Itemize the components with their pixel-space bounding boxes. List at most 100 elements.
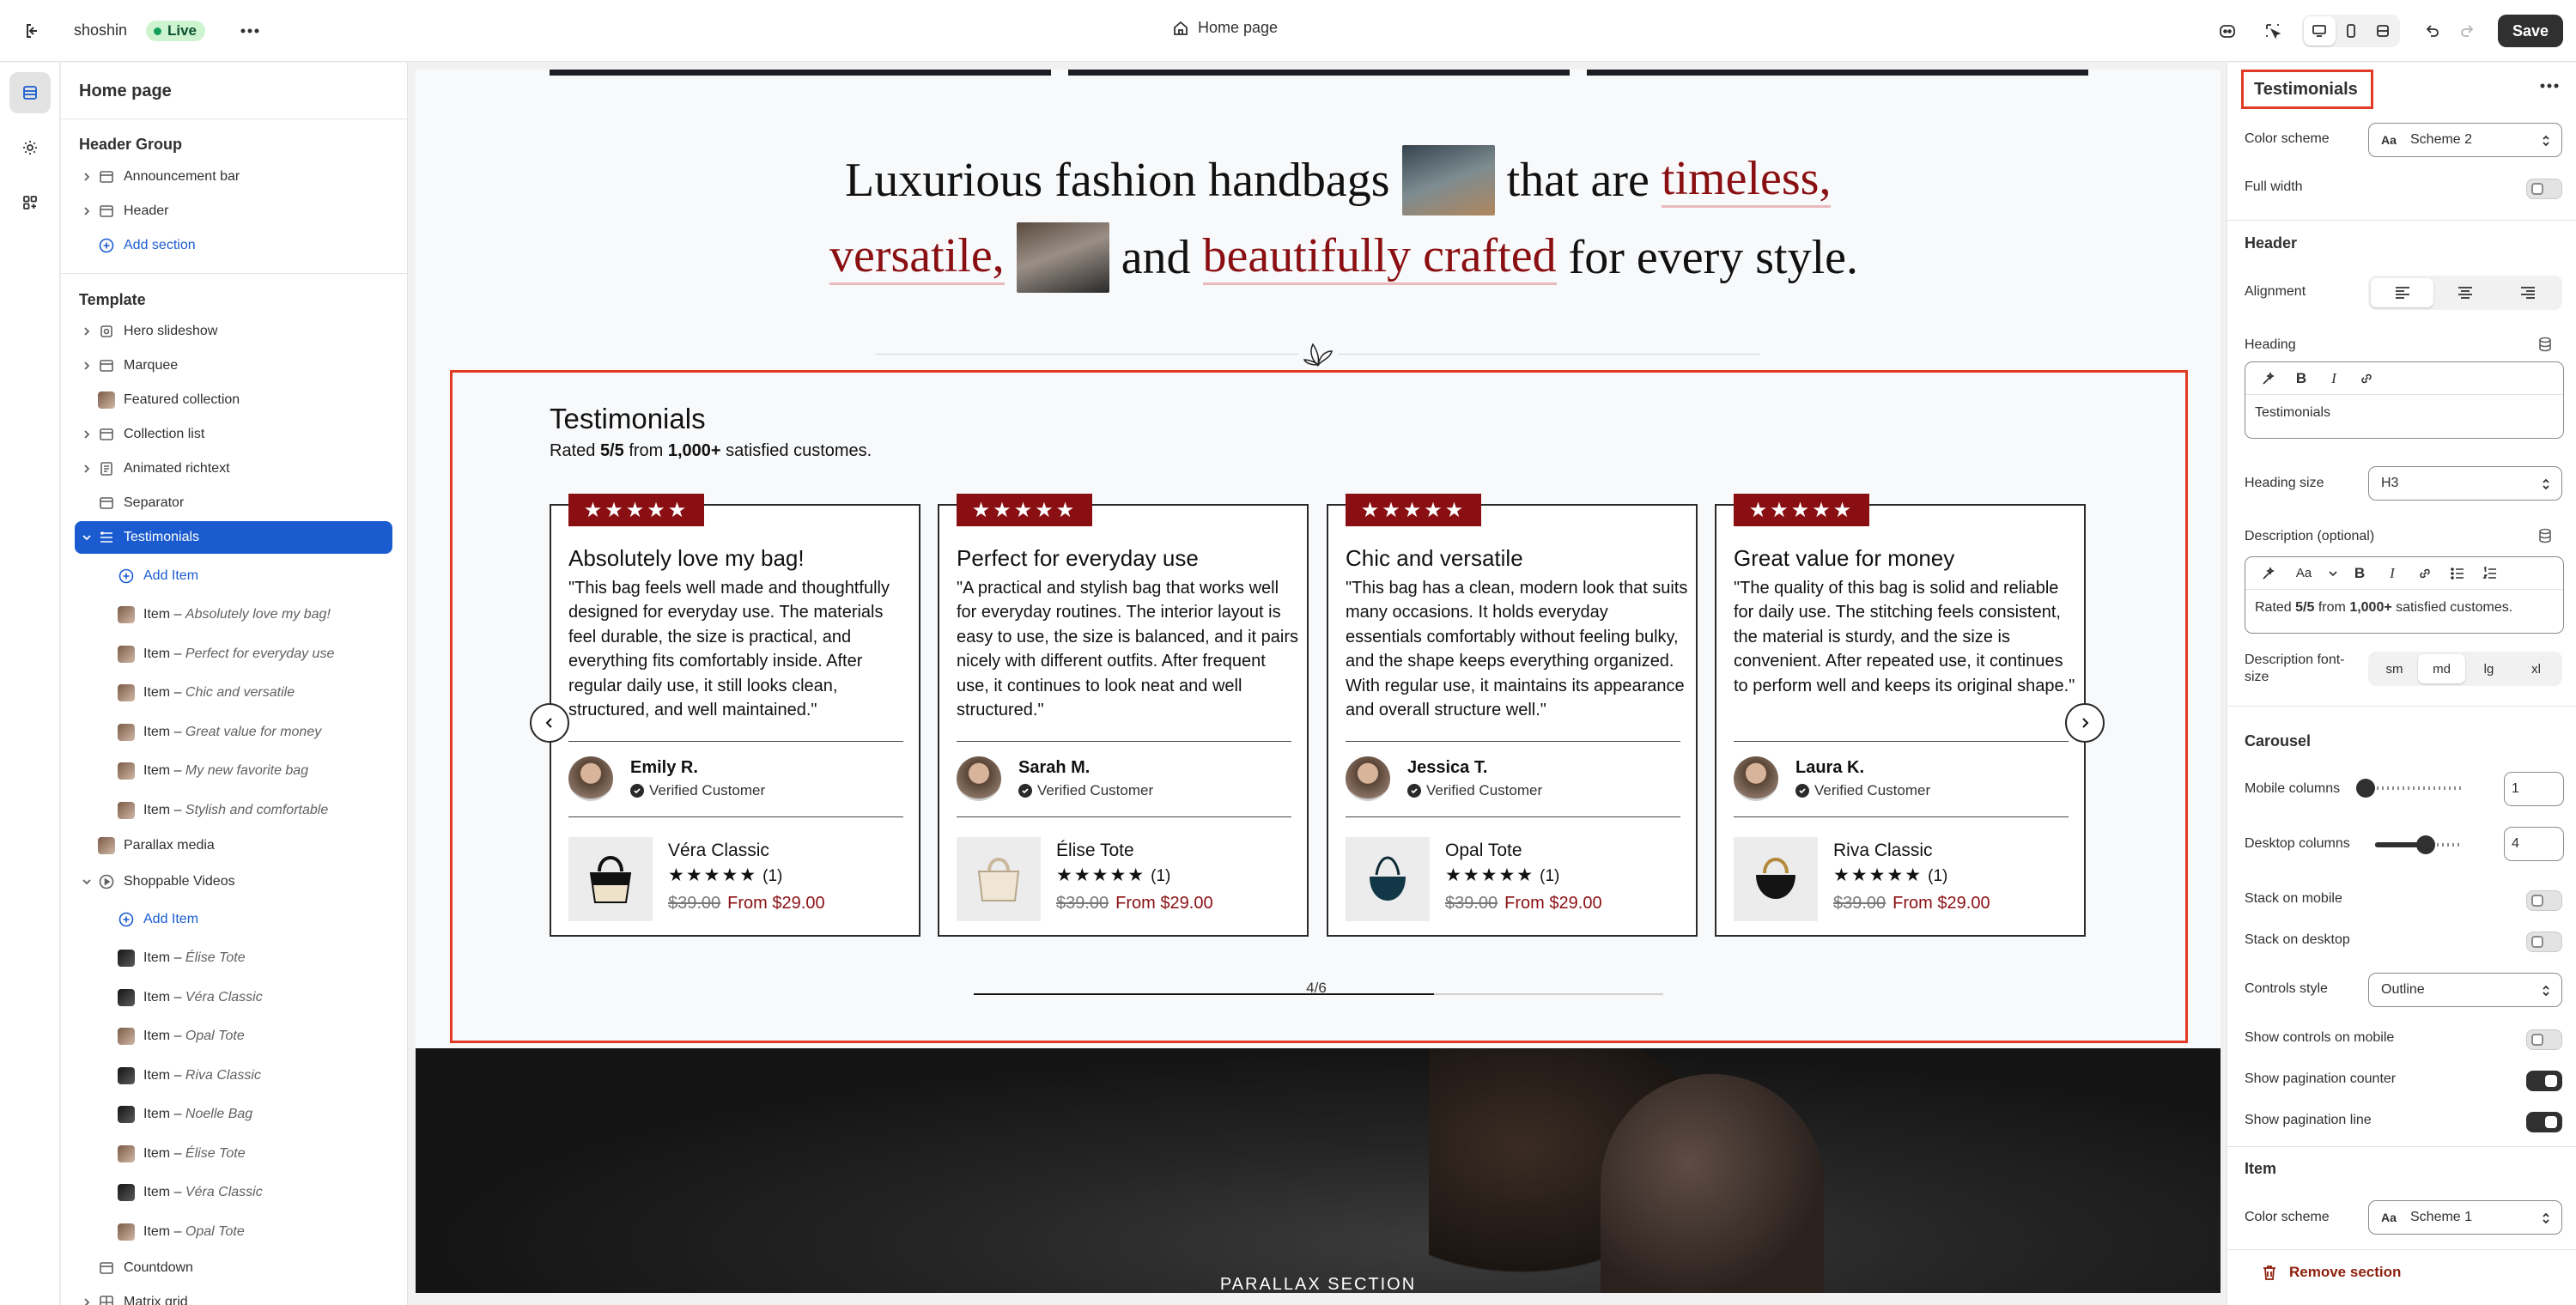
carousel-next-button[interactable] [2065,703,2105,743]
sidebar-item-testimonial[interactable]: Item – Perfect for everyday use [75,638,392,671]
sidebar-item-testimonial[interactable]: Item – My new favorite bag [75,755,392,787]
sidebar-item-separator[interactable]: Separator [75,487,392,519]
sidebar-item-matrix-grid[interactable]: Matrix grid [75,1286,392,1305]
testimonial-card[interactable]: ★★★★★ Great value for money "The quality… [1715,494,2086,937]
sidebar-item-collection-list[interactable]: Collection list [75,418,392,451]
align-left-icon[interactable] [2371,278,2434,307]
carousel-prev-button[interactable] [530,703,569,743]
redo-icon[interactable] [2452,15,2483,46]
mobile-view-icon[interactable] [2336,16,2367,46]
font-size-xl[interactable]: xl [2512,654,2560,683]
undo-icon[interactable] [2416,15,2447,46]
theme-settings-icon[interactable] [9,127,51,168]
parallax-media[interactable] [416,1048,2221,1293]
sidebar-item-marquee[interactable]: Marquee [75,349,392,382]
sidebar-item-testimonial[interactable]: Item – Absolutely love my bag! [75,598,392,631]
show-pagination-line-toggle[interactable] [2526,1112,2562,1132]
sidebar-item-featured-collection[interactable]: Featured collection [75,384,392,416]
sidebar-item-video[interactable]: Item – Véra Classic [75,981,392,1014]
product-name[interactable]: Véra Classic [668,841,769,861]
sidebar-item-video[interactable]: Item – Véra Classic [75,1176,392,1209]
more-actions-icon[interactable] [234,15,265,46]
align-center-icon[interactable] [2433,278,2496,307]
apps-icon[interactable] [9,182,51,223]
stack-mobile-toggle[interactable] [2526,890,2562,911]
inspector-icon[interactable] [2257,15,2288,46]
desktop-columns-input[interactable]: 4 [2504,827,2564,861]
chevron-right-icon[interactable] [82,429,92,440]
chevron-right-icon[interactable] [82,326,92,337]
add-item-button[interactable]: Add Item [75,903,392,936]
chevron-down-icon[interactable] [82,877,92,887]
italic-icon[interactable]: I [2378,565,2407,582]
font-size-lg[interactable]: lg [2465,654,2512,683]
sidebar-item-video[interactable]: Item – Opal Tote [75,1216,392,1248]
show-pagination-counter-toggle[interactable] [2526,1071,2562,1091]
bullet-list-icon[interactable] [2443,566,2472,581]
ai-magic-icon[interactable] [2254,566,2283,581]
remove-section-button[interactable]: Remove section [2262,1264,2401,1281]
heading-size-select[interactable]: H3 [2368,466,2562,501]
sidebar-item-testimonial[interactable]: Item – Great value for money [75,716,392,749]
product-name[interactable]: Opal Tote [1445,841,1522,861]
dynamic-source-icon[interactable] [2537,527,2554,544]
numbered-list-icon[interactable] [2476,566,2505,581]
controls-style-select[interactable]: Outline [2368,973,2562,1007]
ai-magic-icon[interactable] [2254,371,2283,386]
bold-icon[interactable]: B [2287,370,2316,387]
link-icon[interactable] [2352,371,2381,386]
chevron-down-icon[interactable] [2324,568,2342,579]
stack-desktop-toggle[interactable] [2526,932,2562,952]
sidebar-item-video[interactable]: Item – Élise Tote [75,942,392,974]
dynamic-source-icon[interactable] [2537,336,2554,353]
save-button[interactable]: Save [2498,15,2563,47]
full-width-toggle[interactable] [2526,179,2562,199]
testimonial-card[interactable]: ★★★★★ Absolutely love my bag! "This bag … [550,494,920,937]
sidebar-item-video[interactable]: Item – Riva Classic [75,1059,392,1092]
fullscreen-view-icon[interactable] [2366,16,2398,46]
add-section-button[interactable]: Add section [75,229,392,262]
ai-assistant-icon[interactable] [2212,15,2243,46]
chevron-right-icon[interactable] [82,361,92,371]
testimonial-card[interactable]: ★★★★★ Chic and versatile "This bag has a… [1327,494,1698,937]
sidebar-item-video[interactable]: Item – Élise Tote [75,1138,392,1170]
mobile-columns-slider[interactable] [2356,779,2463,798]
sidebar-item-announcement-bar[interactable]: Announcement bar [75,161,392,193]
desktop-view-icon[interactable] [2304,16,2336,46]
show-controls-mobile-toggle[interactable] [2526,1029,2562,1050]
page-selector[interactable]: Home page [1172,19,1278,37]
bold-icon[interactable]: B [2345,565,2374,582]
description-editor[interactable]: Aa B I Rated 5/5 from 1,000+ satisfied c… [2245,556,2564,634]
text-style-icon[interactable]: Aa [2287,566,2321,580]
product-name[interactable]: Riva Classic [1833,841,1933,861]
product-image[interactable] [1346,837,1430,921]
link-icon[interactable] [2410,566,2439,581]
sidebar-item-header[interactable]: Header [75,195,392,228]
mobile-columns-input[interactable]: 1 [2504,772,2564,806]
add-item-button[interactable]: Add Item [75,560,392,592]
product-image[interactable] [568,837,653,921]
italic-icon[interactable]: I [2319,370,2348,387]
font-size-md[interactable]: md [2418,654,2465,683]
chevron-right-icon[interactable] [82,206,92,216]
align-right-icon[interactable] [2497,278,2560,307]
sidebar-item-countdown[interactable]: Countdown [75,1252,392,1284]
sidebar-item-animated-richtext[interactable]: Animated richtext [75,452,392,485]
chevron-right-icon[interactable] [82,464,92,474]
product-name[interactable]: Élise Tote [1056,841,1134,861]
heading-editor[interactable]: B I Testimonials [2245,361,2564,439]
sidebar-item-video[interactable]: Item – Opal Tote [75,1020,392,1053]
slider-thumb[interactable] [2356,779,2375,798]
sidebar-item-testimonial[interactable]: Item – Chic and versatile [75,677,392,709]
product-image[interactable] [957,837,1041,921]
sidebar-item-shoppable-videos[interactable]: Shoppable Videos [75,865,392,898]
exit-icon[interactable] [17,15,48,46]
sidebar-item-testimonial[interactable]: Item – Stylish and comfortable [75,794,392,827]
sidebar-item-parallax-media[interactable]: Parallax media [75,829,392,862]
sidebar-item-video[interactable]: Item – Noelle Bag [75,1098,392,1131]
testimonial-card[interactable]: ★★★★★ Perfect for everyday use "A practi… [938,494,1309,937]
chevron-down-icon[interactable] [82,532,92,543]
item-color-scheme-select[interactable]: Aa Scheme 1 [2368,1200,2562,1235]
sections-icon[interactable] [9,72,51,113]
chevron-right-icon[interactable] [82,1297,92,1305]
